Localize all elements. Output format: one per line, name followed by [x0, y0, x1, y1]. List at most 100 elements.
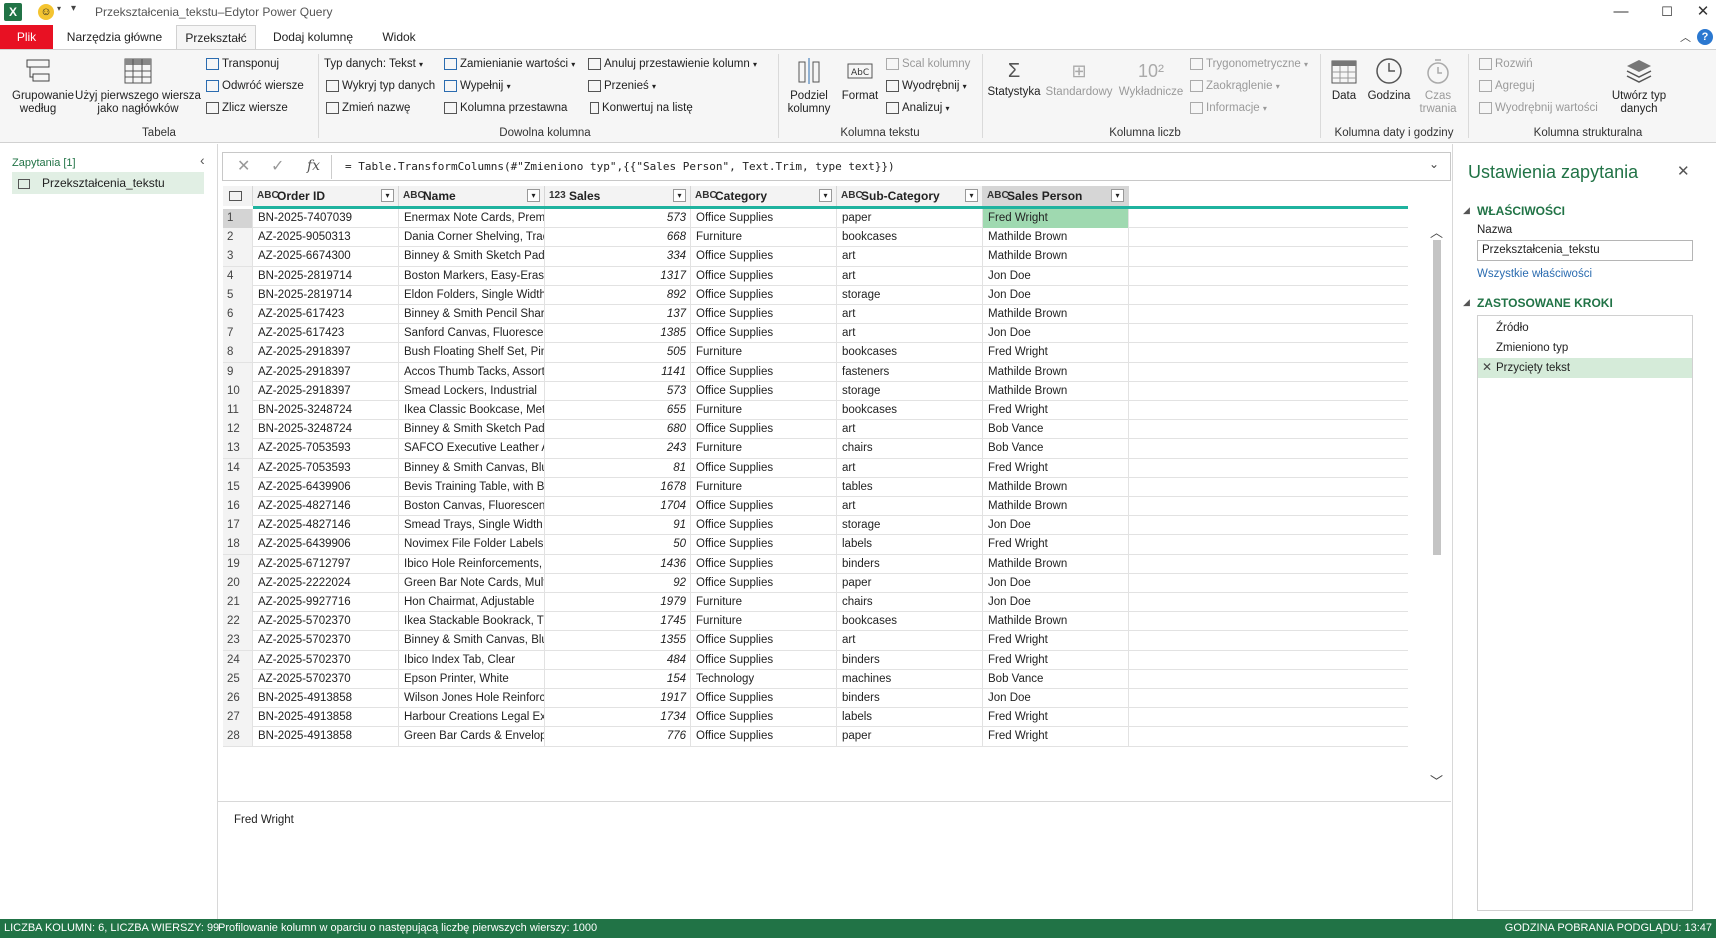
table-cell[interactable]: Office Supplies [691, 285, 837, 305]
scrollbar-thumb[interactable] [1433, 240, 1441, 555]
step-item-selected[interactable]: ✕ Przycięty tekst [1478, 358, 1692, 378]
table-cell[interactable]: Jon Doe [983, 266, 1129, 286]
cancel-icon[interactable]: ✕ [237, 156, 250, 176]
table-cell[interactable]: 154 [545, 669, 691, 689]
table-cell[interactable]: 1734 [545, 708, 691, 728]
table-cell[interactable]: labels [837, 708, 983, 728]
table-cell[interactable]: 81 [545, 458, 691, 478]
table-cell[interactable]: Office Supplies [691, 209, 837, 228]
table-cell[interactable]: Epson Printer, White [399, 669, 545, 689]
table-cell[interactable]: Furniture [691, 343, 837, 363]
table-cell[interactable]: Mathilde Brown [983, 305, 1129, 324]
table-cell[interactable]: Fred Wright [983, 708, 1129, 728]
table-cell[interactable]: Jon Doe [983, 689, 1129, 708]
table-cell[interactable]: 680 [545, 420, 691, 440]
transpose-button[interactable]: Transponuj [206, 58, 279, 70]
row-number[interactable]: 23 [223, 631, 253, 651]
column-header[interactable]: ABC Order ID ▾ [253, 186, 399, 206]
rename-button[interactable]: Zmień nazwę [326, 102, 410, 114]
formula-text[interactable]: = Table.TransformColumns(#"Zmieniono typ… [345, 160, 895, 173]
row-number[interactable]: 17 [223, 516, 253, 536]
table-cell[interactable]: AZ-2025-9050313 [253, 228, 399, 248]
table-cell[interactable]: 776 [545, 727, 691, 747]
table-cell[interactable]: Dania Corner Shelving, Traditional [399, 228, 545, 248]
table-cell[interactable]: Binney & Smith Sketch Pad, Easy-Erase [399, 247, 545, 267]
query-name-input[interactable]: Przekształcenia_tekstu [1477, 240, 1693, 261]
table-cell[interactable]: labels [837, 535, 983, 555]
table-cell[interactable]: bookcases [837, 401, 983, 420]
standard-button[interactable]: ⊞ Standardowy [1044, 56, 1114, 99]
table-cell[interactable]: Fred Wright [983, 343, 1129, 363]
table-cell[interactable]: 91 [545, 516, 691, 536]
table-cell[interactable]: 243 [545, 439, 691, 459]
table-cell[interactable]: AZ-2025-6439906 [253, 535, 399, 555]
table-cell[interactable]: BN-2025-4913858 [253, 689, 399, 708]
column-type-icon[interactable]: ABC [841, 186, 863, 206]
table-cell[interactable]: storage [837, 516, 983, 536]
table-cell[interactable]: 892 [545, 285, 691, 305]
information-button[interactable]: Informacje ▾ [1190, 102, 1267, 114]
row-number[interactable]: 8 [223, 343, 253, 363]
table-cell[interactable]: bookcases [837, 343, 983, 363]
table-cell[interactable]: 137 [545, 305, 691, 324]
table-cell[interactable]: 1745 [545, 612, 691, 632]
table-cell[interactable]: Green Bar Note Cards, Multicolor [399, 573, 545, 593]
table-cell[interactable]: AZ-2025-6674300 [253, 247, 399, 267]
row-number[interactable]: 18 [223, 535, 253, 555]
table-cell[interactable]: Novimex File Folder Labels, Alphabetical [399, 535, 545, 555]
split-column-button[interactable]: Podziel kolumny [780, 56, 838, 116]
table-cell[interactable]: Office Supplies [691, 381, 837, 401]
aggregate-button[interactable]: Agreguj [1479, 80, 1535, 92]
table-cell[interactable]: art [837, 458, 983, 478]
table-cell[interactable]: Mathilde Brown [983, 228, 1129, 248]
table-cell[interactable]: binders [837, 554, 983, 574]
fill-button[interactable]: Wypełnij ▾ [444, 80, 511, 92]
table-cell[interactable]: art [837, 247, 983, 267]
table-cell[interactable]: Fred Wright [983, 209, 1129, 228]
table-cell[interactable]: Mathilde Brown [983, 247, 1129, 267]
table-cell[interactable]: paper [837, 727, 983, 747]
table-cell[interactable]: Mathilde Brown [983, 554, 1129, 574]
table-cell[interactable]: Smead Lockers, Industrial [399, 381, 545, 401]
close-button[interactable]: ✕ [1690, 0, 1716, 25]
table-cell[interactable]: 1436 [545, 554, 691, 574]
table-menu-header[interactable] [223, 186, 253, 206]
table-cell[interactable]: 1355 [545, 631, 691, 651]
merge-columns-button[interactable]: Scal kolumny [886, 58, 970, 70]
table-cell[interactable]: Office Supplies [691, 554, 837, 574]
table-cell[interactable]: AZ-2025-6439906 [253, 477, 399, 497]
row-number[interactable]: 11 [223, 401, 253, 420]
step-item[interactable]: Źródło [1496, 322, 1529, 334]
column-type-icon[interactable]: ABC [257, 186, 279, 206]
replace-values-button[interactable]: Zamienianie wartości ▾ [444, 58, 575, 70]
table-cell[interactable]: 1678 [545, 477, 691, 497]
table-cell[interactable]: Binney & Smith Canvas, Blue [399, 631, 545, 651]
table-cell[interactable]: bookcases [837, 228, 983, 248]
parse-button[interactable]: Analizuj ▾ [886, 102, 950, 114]
column-header[interactable]: ABC Name ▾ [399, 186, 545, 206]
table-cell[interactable]: 1917 [545, 689, 691, 708]
table-cell[interactable]: Furniture [691, 612, 837, 632]
table-cell[interactable]: Mathilde Brown [983, 612, 1129, 632]
status-profiling[interactable]: Profilowanie kolumn w oparciu o następuj… [218, 919, 597, 938]
table-cell[interactable]: 334 [545, 247, 691, 267]
table-cell[interactable]: BN-2025-3248724 [253, 401, 399, 420]
row-number[interactable]: 15 [223, 477, 253, 497]
table-cell[interactable]: Ikea Stackable Bookrack, Traditional [399, 612, 545, 632]
row-number[interactable]: 7 [223, 324, 253, 344]
table-cell[interactable]: storage [837, 381, 983, 401]
table-cell[interactable]: Mathilde Brown [983, 362, 1129, 382]
tab-view[interactable]: Widok [370, 25, 428, 49]
table-cell[interactable]: Jon Doe [983, 573, 1129, 593]
table-cell[interactable]: Accos Thumb Tacks, Assorted Sizes [399, 362, 545, 382]
row-number[interactable]: 6 [223, 305, 253, 324]
table-cell[interactable]: AZ-2025-6712797 [253, 554, 399, 574]
table-cell[interactable]: 1385 [545, 324, 691, 344]
table-cell[interactable]: art [837, 631, 983, 651]
column-type-icon[interactable]: 123 [549, 186, 566, 206]
table-cell[interactable]: art [837, 420, 983, 440]
delete-step-icon[interactable]: ✕ [1482, 360, 1492, 374]
chevron-down-icon[interactable]: ◢ [1463, 205, 1470, 216]
table-cell[interactable]: Mathilde Brown [983, 497, 1129, 516]
table-cell[interactable]: Ikea Classic Bookcase, Metal [399, 401, 545, 420]
